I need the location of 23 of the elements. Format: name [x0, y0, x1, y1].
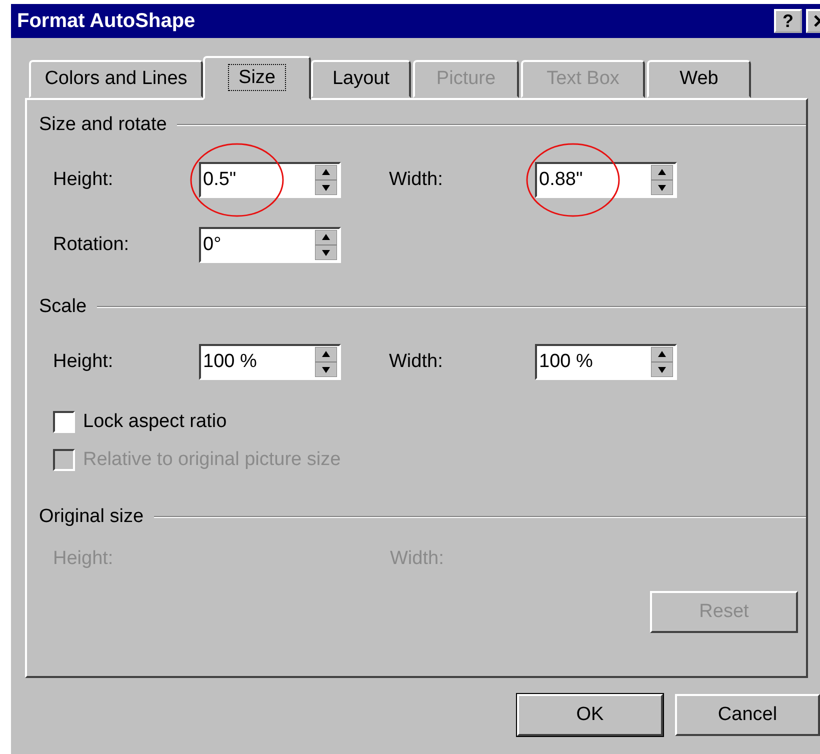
- field-label: Height:: [53, 351, 114, 373]
- tab[interactable]: Size: [203, 56, 311, 100]
- section-title: Scale: [39, 296, 87, 318]
- cancel-button[interactable]: Cancel: [675, 694, 820, 736]
- checkbox-label: Lock aspect ratio: [83, 411, 227, 433]
- field-label: Width:: [389, 351, 444, 373]
- tab[interactable]: Web: [647, 60, 751, 98]
- field-label: Width:: [389, 169, 444, 191]
- tab[interactable]: Colors and Lines: [29, 60, 203, 98]
- spinner-arrows-icon[interactable]: [651, 165, 673, 195]
- window-title: Format AutoShape: [17, 10, 196, 32]
- help-button[interactable]: ?: [774, 9, 802, 33]
- checkbox[interactable]: [53, 411, 75, 433]
- tab[interactable]: Layout: [311, 60, 411, 98]
- field-label: Rotation:: [53, 234, 130, 256]
- ok-button[interactable]: OK: [517, 694, 663, 736]
- spinner-arrows-icon[interactable]: [315, 347, 337, 377]
- section-title: Size and rotate: [39, 114, 167, 136]
- spinner-arrows-icon[interactable]: [651, 347, 673, 377]
- section-title: Original size: [39, 506, 144, 528]
- field-label: Height:: [53, 169, 114, 191]
- spinner-arrows-icon[interactable]: [315, 230, 337, 260]
- spinner-arrows-icon[interactable]: [315, 165, 337, 195]
